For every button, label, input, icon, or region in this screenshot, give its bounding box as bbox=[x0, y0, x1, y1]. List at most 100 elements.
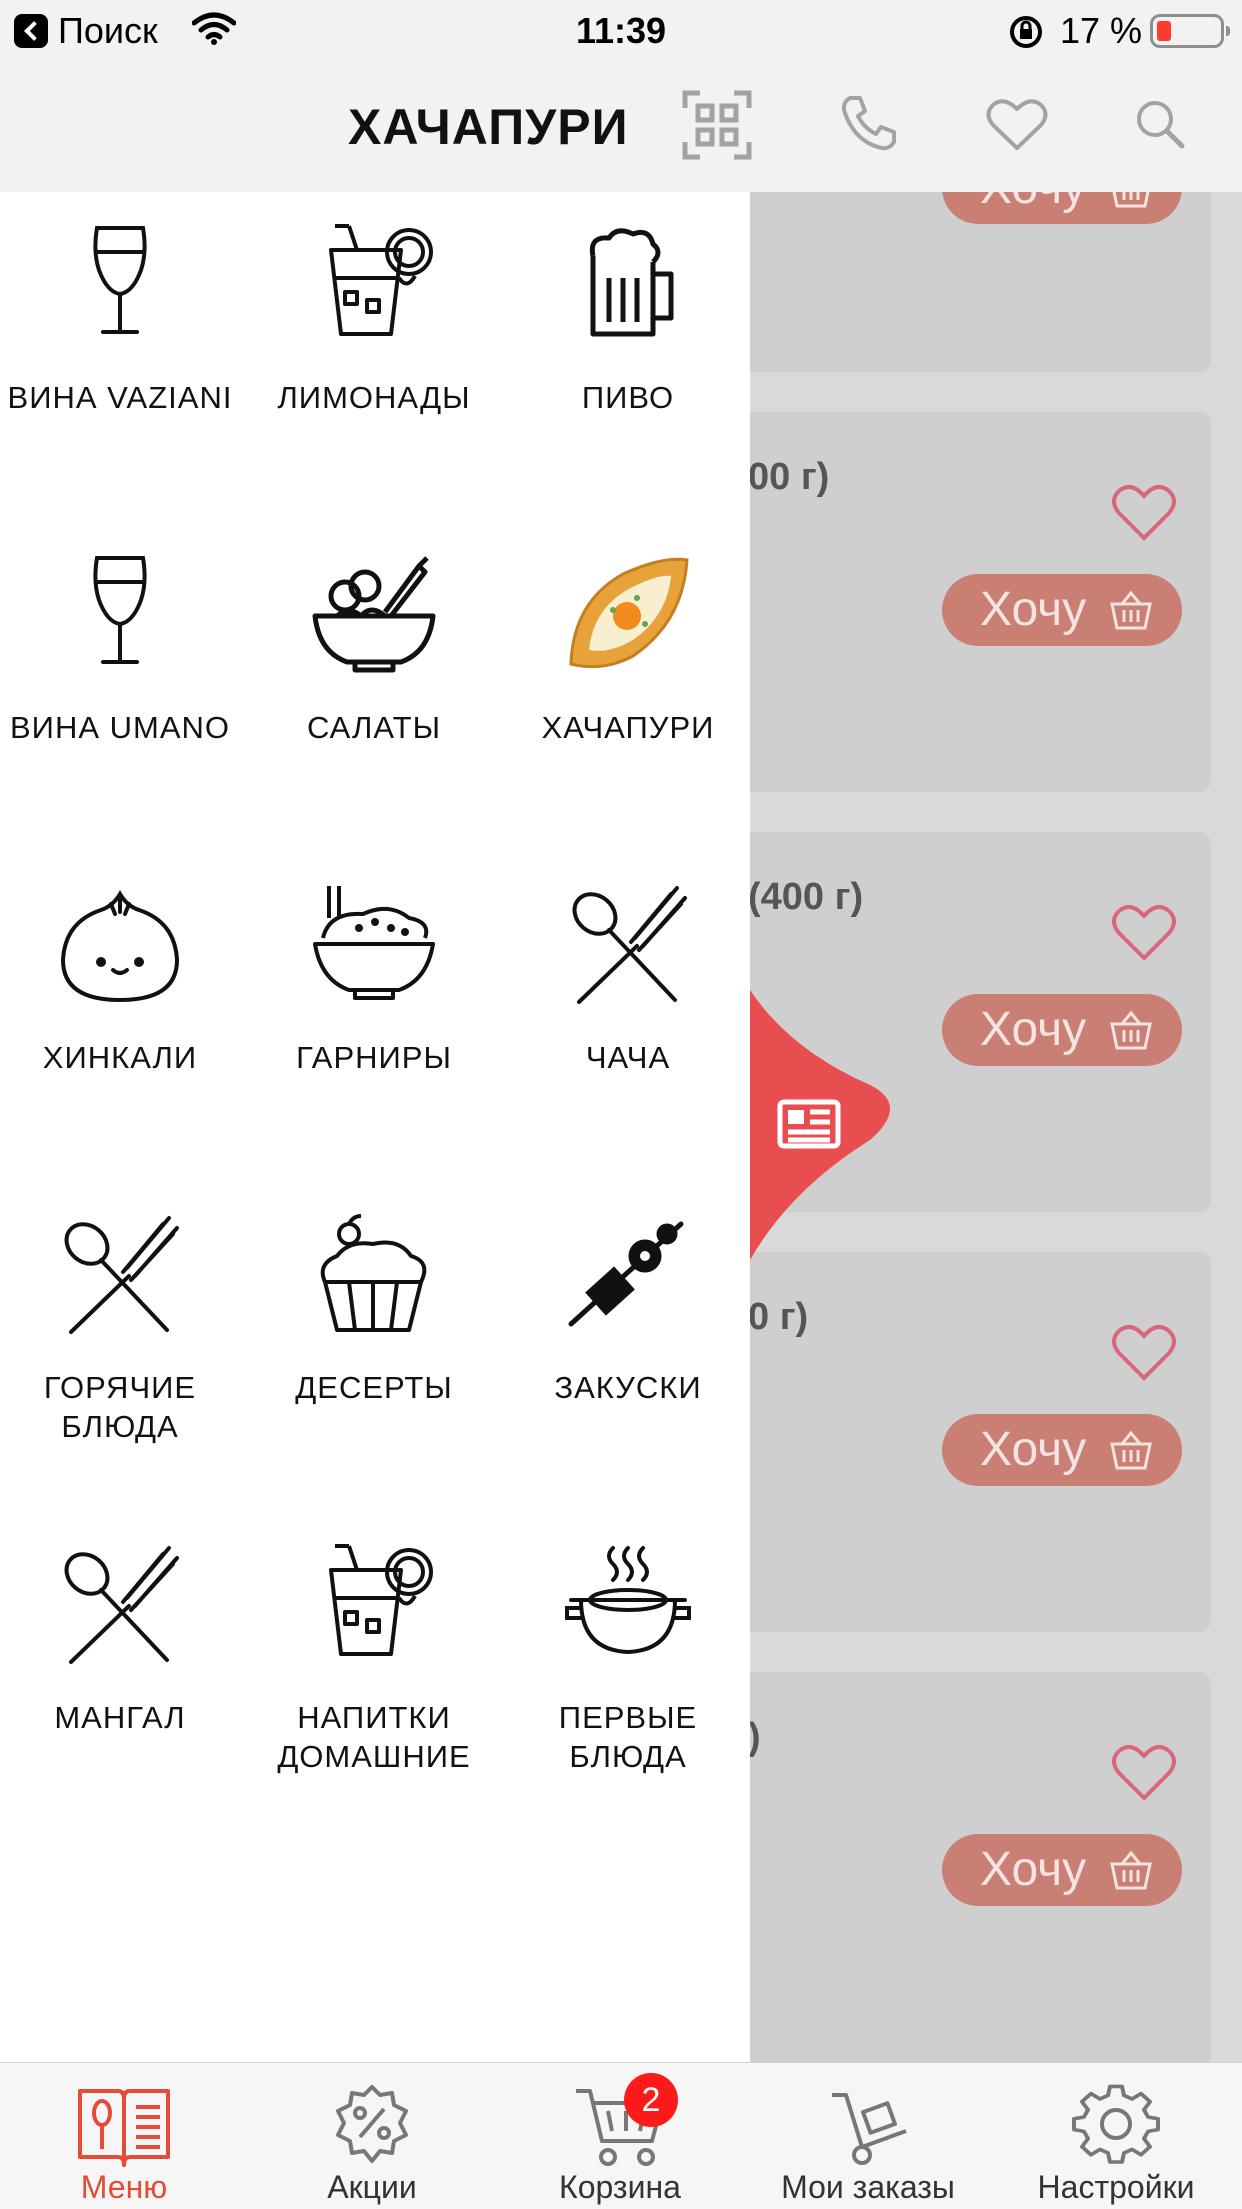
basket-icon bbox=[1110, 1850, 1152, 1890]
category-chacha[interactable]: ЧАЧА bbox=[500, 882, 756, 1077]
want-button[interactable]: Хочу bbox=[942, 1834, 1182, 1906]
basket-icon bbox=[1112, 192, 1150, 208]
category-label: ЛИМОНАДЫ bbox=[277, 380, 471, 415]
want-button-label: Хочу bbox=[980, 583, 1087, 636]
tab-label: Акции bbox=[327, 2169, 417, 2205]
beer-mug-icon bbox=[589, 228, 674, 337]
tab-bar: Меню Акции Корзина 2 Мои заказы Настройк… bbox=[0, 2062, 1242, 2209]
category-hot-dishes[interactable]: ГОРЯЧИЕ БЛЮДА bbox=[0, 1212, 248, 1446]
category-label: САЛАТЫ bbox=[306, 710, 442, 745]
tab-cart[interactable]: Корзина bbox=[496, 2063, 744, 2209]
khachapuri-icon bbox=[569, 557, 689, 669]
spoon-fork-icon bbox=[64, 1216, 179, 1334]
want-button[interactable]: Хочу bbox=[942, 574, 1182, 646]
want-button[interactable]: Хочу bbox=[942, 1414, 1182, 1486]
basket-icon bbox=[1110, 1010, 1152, 1050]
tab-settings[interactable]: Настройки bbox=[992, 2063, 1240, 2209]
product-card[interactable]: 0 г) Хочу bbox=[750, 1252, 1211, 1632]
battery-icon bbox=[1150, 14, 1230, 48]
category-desserts[interactable]: ДЕСЕРТЫ bbox=[246, 1212, 502, 1407]
category-drawer: ВИНА VAZIANI ЛИМОНАДЫ ПИВО ВИНА UMANO СА… bbox=[0, 192, 750, 2062]
tab-promotions[interactable]: Акции bbox=[248, 2063, 496, 2209]
drawer-toggle-tab[interactable] bbox=[750, 990, 902, 1260]
product-card[interactable]: Хочу bbox=[750, 192, 1211, 372]
category-label: МАНГАЛ bbox=[54, 1700, 186, 1735]
rotation-lock-icon bbox=[1010, 16, 1042, 48]
category-grill[interactable]: МАНГАЛ bbox=[0, 1542, 248, 1737]
tab-label: Мои заказы bbox=[781, 2169, 955, 2205]
spoon-fork-icon bbox=[572, 886, 687, 1004]
want-button-label: Хочу bbox=[980, 1843, 1087, 1896]
basket-icon bbox=[1110, 1430, 1152, 1470]
wine-glass-icon bbox=[93, 556, 147, 664]
category-label: ПИВО bbox=[581, 380, 675, 415]
category-label: ПЕРВЫЕ БЛЮДА bbox=[558, 1700, 698, 1774]
category-label: ХАЧАПУРИ bbox=[541, 710, 715, 745]
category-label: ДЕСЕРТЫ bbox=[295, 1370, 453, 1405]
cupcake-icon bbox=[320, 1214, 427, 1332]
category-snacks[interactable]: ЗАКУСКИ bbox=[500, 1212, 756, 1407]
category-label: ЗАКУСКИ bbox=[554, 1370, 702, 1405]
want-button[interactable]: Хочу bbox=[942, 192, 1182, 224]
category-label: ВИНА VAZIANI bbox=[7, 380, 233, 415]
category-lemonades[interactable]: ЛИМОНАДЫ bbox=[246, 222, 502, 417]
product-card[interactable]: ) Хочу bbox=[750, 1672, 1211, 2062]
product-name: (400 г) bbox=[750, 876, 864, 918]
category-wines-umano[interactable]: ВИНА UMANO bbox=[0, 552, 248, 747]
search-icon[interactable] bbox=[1134, 98, 1186, 150]
clock: 11:39 bbox=[575, 10, 667, 51]
battery-percent: 17 % bbox=[1060, 10, 1143, 51]
category-label: ГАРНИРЫ bbox=[296, 1040, 452, 1075]
salad-bowl-icon bbox=[312, 556, 436, 673]
heart-outline-icon[interactable] bbox=[1112, 1324, 1176, 1382]
category-label: ЧАЧА bbox=[585, 1040, 671, 1075]
tab-label: Меню bbox=[80, 2169, 168, 2205]
category-label: ГОРЯЧИЕ БЛЮДА bbox=[43, 1370, 197, 1444]
menu-book-icon bbox=[78, 2089, 170, 2167]
category-label: ХИНКАЛИ bbox=[42, 1040, 198, 1075]
category-sides[interactable]: ГАРНИРЫ bbox=[246, 882, 502, 1077]
category-label: НАПИТКИ ДОМАШНИЕ bbox=[277, 1700, 471, 1774]
spoon-fork-icon bbox=[64, 1546, 179, 1664]
category-khinkali[interactable]: ХИНКАЛИ bbox=[0, 882, 248, 1077]
want-button-label: Хочу bbox=[980, 192, 1086, 214]
product-card[interactable]: 00 г) Хочу bbox=[750, 412, 1211, 792]
category-beer[interactable]: ПИВО bbox=[500, 222, 756, 417]
heart-outline-icon[interactable] bbox=[1112, 1744, 1176, 1802]
settings-gear-icon bbox=[1072, 2084, 1160, 2164]
tab-my-orders[interactable]: Мои заказы bbox=[744, 2063, 992, 2209]
want-button-label: Хочу bbox=[980, 1003, 1087, 1056]
category-khachapuri[interactable]: ХАЧАПУРИ bbox=[500, 552, 756, 747]
tab-label: Настройки bbox=[1037, 2169, 1195, 2205]
lemonade-icon bbox=[329, 1544, 433, 1656]
rice-bowl-icon bbox=[313, 886, 435, 1000]
skewer-icon bbox=[568, 1221, 684, 1327]
status-bar: Поиск 11:39 17 % bbox=[0, 0, 1242, 62]
lemonade-icon bbox=[329, 224, 433, 336]
tab-label: Корзина bbox=[559, 2169, 681, 2205]
hand-truck-icon bbox=[832, 2093, 907, 2165]
soup-pot-icon bbox=[565, 1546, 691, 1655]
want-button[interactable]: Хочу bbox=[942, 994, 1182, 1066]
heart-outline-icon[interactable] bbox=[1112, 484, 1176, 542]
qr-code-icon[interactable] bbox=[682, 90, 752, 160]
want-button-label: Хочу bbox=[980, 1423, 1087, 1476]
heart-outline-icon[interactable] bbox=[1112, 904, 1176, 962]
basket-icon bbox=[1110, 590, 1152, 630]
discount-gear-icon bbox=[336, 2085, 408, 2163]
app-header: ХАЧАПУРИ bbox=[0, 62, 1242, 192]
product-name: 00 г) bbox=[750, 456, 830, 498]
category-label: ВИНА UMANO bbox=[9, 710, 231, 745]
page-title: ХАЧАПУРИ bbox=[348, 99, 629, 155]
product-name: 0 г) bbox=[750, 1296, 809, 1338]
category-homemade-drinks[interactable]: НАПИТКИ ДОМАШНИЕ bbox=[246, 1542, 502, 1776]
heart-icon[interactable] bbox=[986, 98, 1048, 152]
phone-icon[interactable] bbox=[840, 94, 898, 152]
cart-badge: 2 bbox=[624, 2073, 678, 2127]
tab-menu[interactable]: Меню bbox=[0, 2063, 248, 2209]
wine-glass-icon bbox=[93, 226, 147, 334]
khinkali-icon bbox=[60, 890, 180, 1003]
category-salads[interactable]: САЛАТЫ bbox=[246, 552, 502, 747]
category-wines-vaziani[interactable]: ВИНА VAZIANI bbox=[0, 222, 248, 417]
category-first-courses[interactable]: ПЕРВЫЕ БЛЮДА bbox=[500, 1542, 756, 1776]
